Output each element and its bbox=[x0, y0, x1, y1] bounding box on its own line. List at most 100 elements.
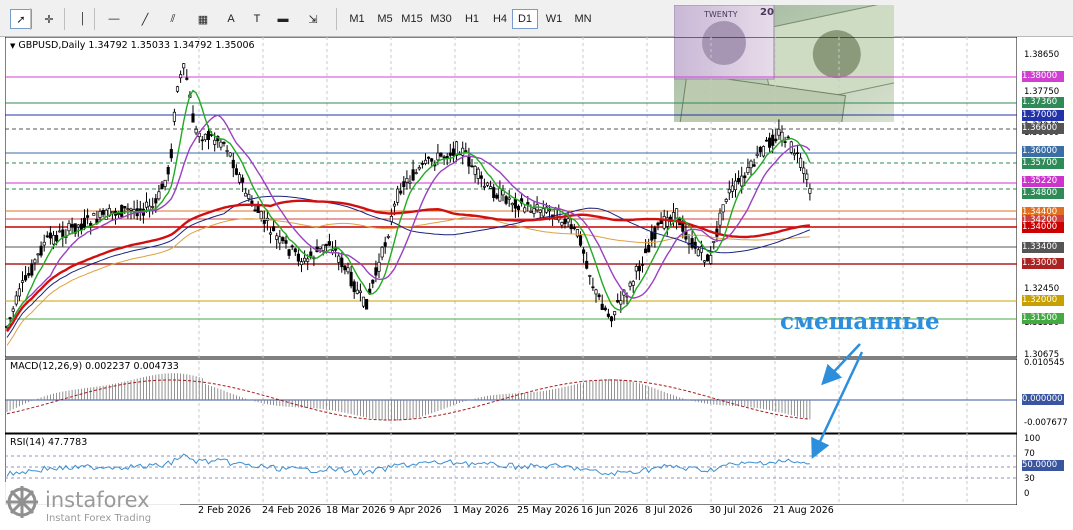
candle-body bbox=[702, 260, 707, 263]
candle-body bbox=[485, 182, 490, 186]
arrow-to-macd bbox=[821, 343, 861, 386]
text-label-icon[interactable]: T bbox=[246, 9, 268, 29]
candle-body bbox=[231, 159, 235, 169]
ma-red-line bbox=[6, 199, 810, 333]
crosshair-icon[interactable]: ✛ bbox=[38, 9, 60, 29]
rsi-axis-label: 50.0000 bbox=[1022, 460, 1064, 471]
candle-body bbox=[163, 179, 167, 187]
candle-body bbox=[24, 275, 28, 281]
candle-body bbox=[594, 289, 598, 295]
collapse-arrow-icon[interactable]: ▼ bbox=[10, 42, 15, 50]
ma-purple-line bbox=[6, 114, 811, 328]
timeframe-d1[interactable]: D1 bbox=[512, 9, 538, 29]
candle-body bbox=[82, 217, 87, 228]
timeframe-m1[interactable]: M1 bbox=[344, 9, 370, 29]
candle-body bbox=[802, 167, 806, 174]
candle-body bbox=[764, 139, 769, 142]
candle-body bbox=[27, 273, 31, 276]
timeframe-h1[interactable]: H1 bbox=[459, 9, 485, 29]
candle-body bbox=[275, 235, 279, 240]
candle-body bbox=[792, 153, 796, 156]
candle-body bbox=[786, 136, 790, 139]
candle-body bbox=[777, 128, 781, 136]
candle-body bbox=[166, 167, 170, 175]
candle-body bbox=[14, 295, 18, 305]
candle-body bbox=[730, 185, 734, 192]
candle-body bbox=[461, 147, 465, 156]
candle-body bbox=[200, 139, 204, 142]
candle-body bbox=[451, 148, 455, 156]
candle-body bbox=[225, 150, 229, 152]
candle-body bbox=[324, 243, 328, 247]
timeframe-m15[interactable]: M15 bbox=[399, 9, 425, 29]
date-axis-label: 2 Feb 2026 bbox=[198, 505, 252, 516]
candle-body bbox=[389, 216, 393, 223]
vertical-line-icon[interactable]: │ bbox=[72, 9, 94, 29]
horizontal-line-icon[interactable]: — bbox=[103, 9, 125, 29]
date-axis-label: 21 Aug 2026 bbox=[773, 505, 834, 516]
candle-body bbox=[489, 186, 493, 189]
timeframe-w1[interactable]: W1 bbox=[541, 9, 567, 29]
text-icon[interactable]: A bbox=[220, 9, 242, 29]
candle-body bbox=[157, 191, 161, 200]
candle-body bbox=[222, 142, 226, 144]
candle-body bbox=[569, 224, 573, 230]
date-axis-label: 18 Mar 2026 bbox=[326, 505, 387, 516]
candle-body bbox=[606, 313, 610, 317]
candle-body bbox=[613, 311, 617, 316]
candle-body bbox=[253, 209, 257, 212]
candle-body bbox=[234, 168, 238, 175]
candle-body bbox=[299, 261, 304, 266]
candle-body bbox=[504, 196, 508, 204]
candle-body bbox=[628, 282, 632, 287]
candle-body bbox=[8, 317, 12, 319]
candle-body bbox=[101, 210, 105, 215]
rsi-line bbox=[6, 453, 810, 477]
candle-body bbox=[206, 131, 211, 140]
candle-body bbox=[619, 300, 623, 305]
candle-body bbox=[58, 230, 62, 233]
macd-axis-label: -0.007677 bbox=[1024, 418, 1068, 428]
arrows-icon[interactable]: ⇲ bbox=[302, 9, 324, 29]
candle-body bbox=[740, 175, 744, 187]
candle-body bbox=[321, 244, 325, 251]
candle-body bbox=[241, 177, 245, 183]
timeframe-mn[interactable]: MN bbox=[570, 9, 596, 29]
candle-body bbox=[743, 175, 747, 179]
candle-body bbox=[20, 280, 25, 283]
rsi-panel-title: RSI(14) 47.7783 bbox=[10, 437, 88, 448]
candle-body bbox=[572, 227, 576, 229]
timeframe-m30[interactable]: M30 bbox=[428, 9, 454, 29]
candle-body bbox=[799, 157, 803, 168]
cursor-icon[interactable]: ➚ bbox=[10, 9, 32, 29]
candle-body bbox=[640, 264, 645, 266]
timeframe-h4[interactable]: H4 bbox=[487, 9, 513, 29]
date-axis-label: 24 Feb 2026 bbox=[262, 505, 322, 516]
timeframe-m5[interactable]: M5 bbox=[372, 9, 398, 29]
candle-body bbox=[380, 246, 384, 258]
candle-body bbox=[179, 74, 183, 79]
candle-body bbox=[582, 249, 586, 254]
channel-icon[interactable]: ⫽ bbox=[162, 9, 184, 29]
rectangle-icon[interactable]: ▬ bbox=[272, 9, 294, 29]
candle-body bbox=[67, 222, 71, 232]
candle-body bbox=[423, 159, 428, 164]
price-level-tag: 1.35220 bbox=[1022, 176, 1064, 187]
date-axis-label: 9 Apr 2026 bbox=[389, 505, 442, 516]
trendline-icon[interactable]: ╱ bbox=[134, 9, 156, 29]
candle-body bbox=[616, 300, 620, 303]
candle-body bbox=[662, 216, 666, 229]
candle-body bbox=[414, 172, 418, 175]
candle-body bbox=[516, 205, 521, 211]
candle-body bbox=[597, 294, 601, 298]
main-panel-title: ▼ GBPUSD,Daily 1.34792 1.35033 1.34792 1… bbox=[10, 40, 255, 51]
macd-axis-label: 0.000000 bbox=[1022, 394, 1064, 405]
fibonacci-icon[interactable]: ▦ bbox=[192, 9, 214, 29]
candle-body bbox=[721, 204, 725, 213]
toolbar: ➚ ✛ │ — ╱ ⫽ ▦ A T ▬ ⇲ M1 M5 M15 M30 H1 H4 D1 W1 MN bbox=[0, 0, 1073, 37]
candle-body bbox=[473, 166, 477, 175]
toolbar-separator bbox=[30, 8, 31, 30]
price-level-tag: 1.31500 bbox=[1022, 313, 1064, 324]
banknote-corner: 20 bbox=[760, 7, 774, 18]
candle-body bbox=[712, 241, 716, 244]
